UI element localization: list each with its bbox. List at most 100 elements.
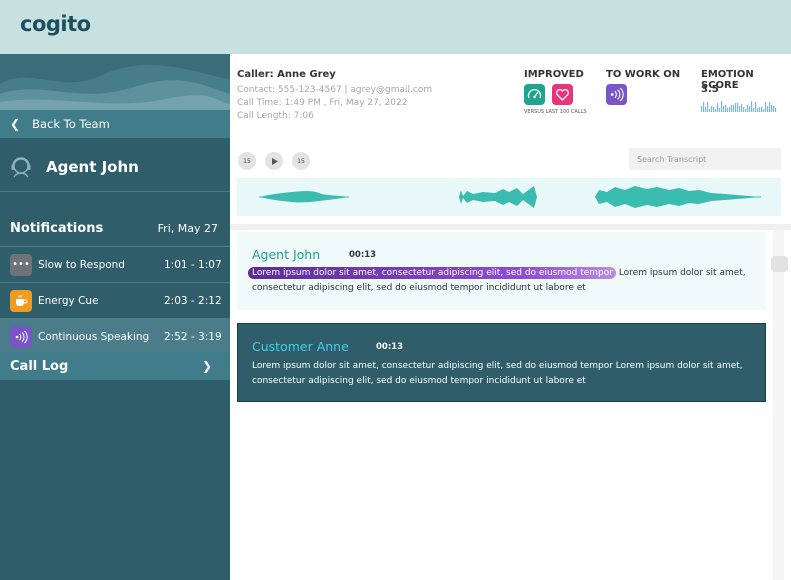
dots-icon: •••	[10, 253, 32, 276]
forward-15-button[interactable]: 15	[292, 152, 310, 170]
message-line: Lorem ipsum dolor sit amet, consectetur …	[248, 266, 768, 281]
notification-time: 2:03 - 2:12	[164, 294, 222, 307]
rewind-label: 15	[243, 157, 251, 165]
sparkline-bar	[717, 103, 719, 112]
sparkline-bar	[707, 102, 709, 112]
transcript-message-customer[interactable]: Customer Anne 00:13 Lorem ipsum dolor si…	[237, 323, 766, 402]
sparkline-bar	[739, 106, 741, 112]
scrollbar-thumb[interactable]	[771, 256, 788, 272]
sparkline-bar	[753, 108, 755, 112]
search-transcript-input[interactable]	[629, 148, 781, 170]
notification-continuous-speaking[interactable]: Continuous Speaking 2:52 - 3:19	[0, 318, 230, 354]
sidebar: ❮ Back To Team Agent John Notifications …	[0, 54, 230, 580]
sparkline-bar	[701, 106, 703, 112]
speaker-name: Agent John	[252, 247, 321, 262]
agent-headset-icon	[11, 156, 31, 177]
top-bar: cogito	[0, 0, 791, 54]
improved-label: IMPROVED	[524, 69, 584, 80]
sparkline-bar	[715, 109, 717, 112]
sparkline-bar	[725, 105, 727, 112]
sparkline-bar	[745, 109, 747, 112]
emotion-sparkline	[701, 101, 777, 112]
emotion-score-value: 3.5	[701, 84, 719, 95]
message-line: consectetur adipiscing elit, sed do eius…	[252, 376, 586, 386]
sound-waves-icon	[10, 325, 32, 348]
sparkline-bar	[727, 108, 729, 112]
sparkline-bar	[719, 108, 721, 112]
notification-label: Slow to Respond	[38, 258, 125, 271]
notification-label: Continuous Speaking	[38, 330, 150, 343]
caller-name: Caller: Anne Grey	[237, 69, 336, 80]
call-time: Call Time: 1:49 PM , Fri, May 27, 2022	[237, 98, 408, 108]
transcript-scrollbar[interactable]	[773, 230, 784, 580]
message-text: Lorem ipsum dolor sit amet, consectetur …	[252, 359, 762, 389]
sparkline-bar	[711, 106, 713, 112]
message-line: consectetur adipiscing elit, sed do eius…	[252, 283, 586, 293]
sidebar-wave-decoration	[0, 54, 230, 110]
sparkline-bar	[767, 106, 769, 112]
sparkline-bar	[735, 103, 737, 112]
sound-waves-icon[interactable]	[606, 84, 627, 105]
play-icon	[271, 157, 278, 165]
call-log-label: Call Log	[10, 358, 69, 374]
section-divider	[230, 224, 791, 230]
sparkline-bar	[755, 102, 757, 112]
sparkline-bar	[761, 107, 763, 112]
sparkline-bar	[743, 107, 745, 112]
rewind-15-button[interactable]: 15	[238, 152, 256, 170]
sparkline-bar	[751, 101, 753, 112]
notifications-title: Notifications	[10, 220, 104, 236]
sparkline-bar	[721, 101, 723, 112]
sparkline-bar	[731, 105, 733, 112]
speedometer-icon[interactable]	[524, 84, 545, 105]
notification-slow-to-respond[interactable]: ••• Slow to Respond 1:01 - 1:07	[0, 246, 230, 282]
chevron-right-icon: ❯	[201, 359, 212, 373]
audio-waveform	[259, 186, 761, 208]
sparkline-bar	[737, 103, 739, 112]
play-button[interactable]	[265, 152, 283, 170]
transcript-message-agent[interactable]: Agent John 00:13 Lorem ipsum dolor sit a…	[237, 232, 766, 310]
forward-label: 15	[297, 157, 305, 165]
cogito-logo[interactable]: cogito	[20, 12, 91, 36]
caller-contact: Contact: 555-123-4567 | agrey@gmail.com	[237, 85, 433, 95]
message-line: Lorem ipsum dolor sit amet, consectetur …	[252, 361, 743, 371]
coffee-cup-icon	[10, 289, 32, 312]
agent-header: Agent John	[0, 142, 230, 192]
speaker-name: Customer Anne	[252, 339, 349, 354]
to-work-on-label: TO WORK ON	[606, 69, 681, 80]
sparkline-bar	[773, 106, 775, 112]
message-timestamp: 00:13	[349, 250, 377, 260]
call-log-button[interactable]: Call Log ❯	[0, 352, 230, 380]
sparkline-bar	[757, 108, 759, 112]
sparkline-bar	[741, 104, 743, 112]
back-to-team-label: Back To Team	[32, 117, 110, 131]
message-text-segment: Lorem ipsum dolor sit amet,	[615, 268, 746, 278]
highlighted-phrase[interactable]: Lorem ipsum dolor sit amet, consectetur …	[248, 267, 616, 279]
audio-waveform-panel[interactable]	[237, 178, 781, 216]
sparkline-bar	[749, 106, 751, 112]
notification-energy-cue[interactable]: Energy Cue 2:03 - 2:12	[0, 282, 230, 318]
sparkline-bar	[763, 109, 765, 112]
message-timestamp: 00:13	[376, 342, 404, 352]
sparkline-bar	[775, 108, 777, 112]
sparkline-bar	[733, 105, 735, 112]
notifications-date: Fri, May 27	[157, 221, 218, 235]
sparkline-bar	[769, 102, 771, 112]
back-to-team-button[interactable]: ❮ Back To Team	[0, 110, 230, 138]
notification-time: 1:01 - 1:07	[164, 258, 222, 271]
sparkline-bar	[709, 109, 711, 112]
sparkline-bar	[747, 105, 749, 112]
chevron-left-icon: ❮	[10, 117, 21, 131]
agent-name: Agent John	[46, 157, 139, 176]
sparkline-bar	[723, 106, 725, 112]
notification-label: Energy Cue	[38, 294, 99, 307]
sparkline-bar	[729, 107, 731, 112]
sparkline-bar	[765, 102, 767, 112]
notifications-header: Notifications Fri, May 27	[0, 216, 230, 240]
call-length: Call Length: 7:06	[237, 111, 314, 121]
message-text: Lorem ipsum dolor sit amet, consectetur …	[248, 266, 768, 296]
sparkline-bar	[759, 107, 761, 112]
sparkline-bar	[705, 107, 707, 112]
heart-icon[interactable]	[552, 84, 573, 105]
sparkline-bar	[703, 102, 705, 112]
